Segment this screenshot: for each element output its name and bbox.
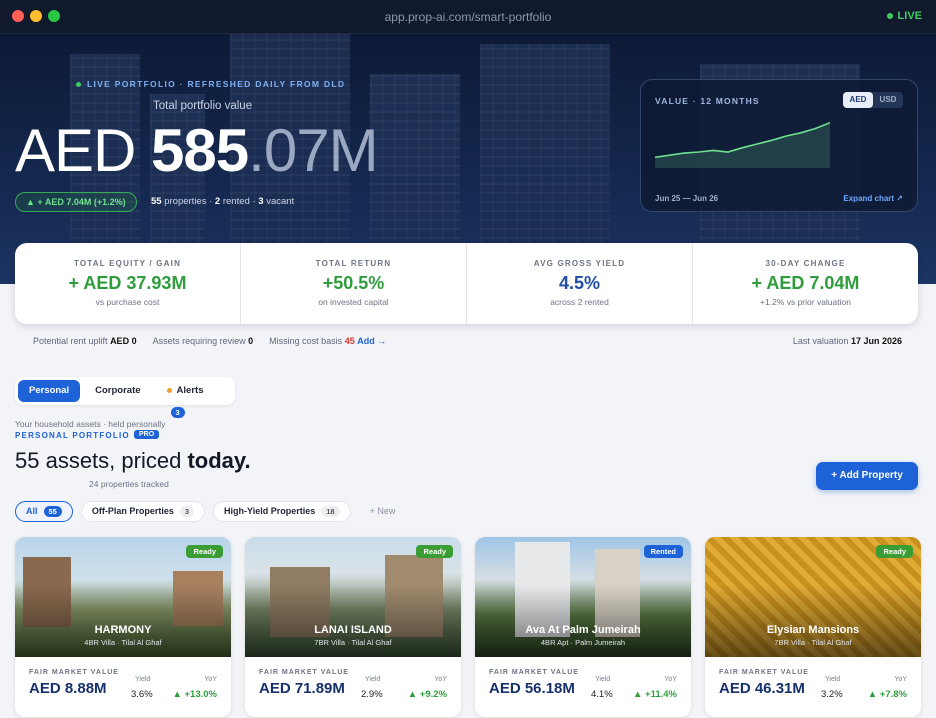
address-bar[interactable]: app.prop-ai.com/smart-portfolio (0, 10, 936, 24)
live-dot-icon (76, 81, 81, 87)
property-type: 7BR Villa · Tilal Al Ghaf (314, 638, 392, 647)
missing-cost-basis: Missing cost basis 45 Add → (269, 336, 387, 346)
tab-personal[interactable]: Personal (18, 380, 81, 402)
alert-dot-icon (166, 387, 172, 393)
live-indicator: LIVE (886, 10, 922, 22)
value-area-chart[interactable] (655, 120, 830, 168)
yoy-value: ▲ +9.2% (407, 689, 447, 700)
portfolio-counts: 55 properties · 2 rented · 3 vacant (151, 196, 295, 207)
fair-market-value: AED 8.88M (29, 680, 107, 697)
chart-area-fill (655, 122, 830, 168)
yoy-value: ▲ +13.0% (172, 689, 217, 700)
kpi-total-return: TOTAL RETURN +50.5% on invested capital (240, 243, 466, 324)
value-chart-card: VALUE · 12 MONTHS AED USD Jun 25 — Jun 2… (640, 79, 918, 212)
tracked-count: 24 properties tracked (89, 479, 169, 489)
chart-title: VALUE · 12 MONTHS (655, 96, 760, 106)
filter-chips: All 55 Off-Plan Properties 3 High-Yield Pr… (15, 501, 406, 522)
filter-all[interactable]: All 55 (15, 501, 73, 522)
currency-aed-option[interactable]: AED (843, 92, 873, 108)
title-bar: app.prop-ai.com/smart-portfolio LIVE (0, 0, 936, 34)
tab-corporate[interactable]: Corporate (84, 380, 151, 402)
assets-review: Assets requiring review 0 (152, 336, 254, 346)
property-name: LANAI ISLAND (314, 624, 392, 636)
property-card[interactable]: Ready LANAI ISLAND 7BR Villa · Tilal Al … (245, 537, 461, 717)
portfolio-section-title: PERSONAL PORTFOLIO (15, 431, 130, 440)
live-portfolio-label: LIVE PORTFOLIO · REFRESHED DAILY FROM DL… (76, 79, 345, 89)
currency-usd-option[interactable]: USD (873, 92, 903, 108)
yield-value: 4.1% (591, 689, 613, 700)
kpi-30-day-change: 30-DAY CHANGE + AED 7.04M +1.2% vs prior… (692, 243, 918, 324)
yield-value: 2.9% (361, 689, 383, 700)
live-label: LIVE (897, 10, 922, 22)
property-type: 4BR Apt · Palm Jumeirah (540, 638, 626, 647)
kpi-avg-gross-yield: AVG GROSS YIELD 4.5% across 2 rented (466, 243, 692, 324)
fair-market-value: AED 46.31M (719, 680, 805, 697)
chart-date-range: Jun 25 — Jun 26 (655, 194, 719, 203)
portfolio-tabs: Personal Corporate Alerts3 (15, 377, 235, 418)
filter-off-plan[interactable]: Off-Plan Properties 3 (80, 501, 206, 522)
page-title: 55 assets, priced today. (15, 448, 251, 473)
portfolio-value: AED 585.07M (15, 117, 379, 184)
kpi-summary-card: TOTAL EQUITY / GAIN + AED 37.93M vs purc… (15, 243, 918, 324)
app-window: app.prop-ai.com/smart-portfolio LIVE LIV… (0, 0, 936, 718)
tab-alerts[interactable]: Alerts3 (156, 380, 232, 418)
yield-value: 3.6% (131, 689, 153, 700)
property-name: Elysian Mansions (766, 624, 860, 636)
currency-toggle[interactable]: AED USD (843, 92, 903, 108)
live-dot-icon (886, 13, 893, 19)
status-badge: Rented (643, 545, 683, 558)
property-cards: Ready HARMONY 4BR Villa · Tilal Al Ghaf … (15, 537, 921, 717)
household-caption: Your household assets · held personally (15, 419, 166, 429)
rent-uplift: Potential rent uplift AED 0 (33, 336, 137, 346)
expand-chart-link[interactable]: Expand chart ↗ (843, 194, 903, 203)
kpi-total-equity: TOTAL EQUITY / GAIN + AED 37.93M vs purc… (68, 259, 187, 307)
property-name: Ava At Palm Jumeirah (525, 624, 641, 636)
fair-market-value: AED 71.89M (259, 680, 345, 697)
yoy-value: ▲ +11.4% (632, 689, 677, 700)
property-card[interactable]: Rented Ava At Palm Jumeirah 4BR Apt · Pa… (475, 537, 691, 717)
portfolio-value-caption: Total portfolio value (153, 100, 253, 112)
add-property-button[interactable]: + Add Property (816, 462, 918, 490)
status-badge: Ready (876, 545, 913, 558)
pro-badge: PRO (134, 430, 160, 439)
filter-high-yield[interactable]: High-Yield Properties 18 (213, 501, 351, 522)
property-card[interactable]: Ready HARMONY 4BR Villa · Tilal Al Ghaf … (15, 537, 231, 717)
yield-value: 3.2% (821, 689, 843, 700)
portfolio-meta-row: Potential rent uplift AED 0 Assets requi… (33, 336, 386, 346)
property-type: 4BR Villa · Tilal Al Ghaf (84, 638, 162, 647)
alerts-count-badge: 3 (170, 406, 185, 418)
property-name: HARMONY (94, 624, 152, 636)
property-type: 7BR Villa · Tilal Al Ghaf (774, 638, 852, 647)
status-badge: Ready (416, 545, 453, 558)
change-badge: ▲ + AED 7.04M (+1.2%) (15, 192, 137, 212)
status-badge: Ready (186, 545, 223, 558)
yoy-value: ▲ +7.8% (867, 689, 907, 700)
last-valuation: Last valuation 17 Jun 2026 (792, 336, 902, 346)
add-cost-basis-link[interactable]: Add → (357, 336, 386, 346)
fair-market-value: AED 56.18M (489, 680, 575, 697)
property-card[interactable]: Ready Elysian Mansions 7BR Villa · Tilal… (705, 537, 921, 717)
new-filter-button[interactable]: + New (359, 501, 407, 522)
